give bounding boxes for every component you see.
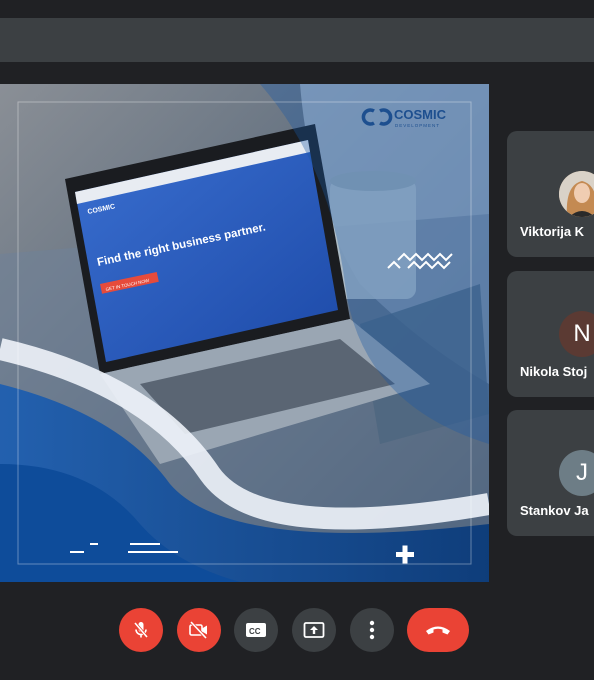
present-button[interactable] xyxy=(292,608,336,652)
top-bar xyxy=(0,18,594,62)
more-options-button[interactable] xyxy=(350,608,394,652)
participant-avatar: J xyxy=(559,450,594,496)
mic-off-button[interactable] xyxy=(119,608,163,652)
camera-off-button[interactable] xyxy=(177,608,221,652)
brand-subtitle: DEVELOPMENT xyxy=(395,123,440,128)
participant-initial: J xyxy=(576,459,588,486)
participant-name: Viktorija K xyxy=(520,224,585,239)
call-end-icon xyxy=(426,626,450,635)
participant-tile[interactable]: N Nikola Stoj xyxy=(507,271,594,397)
shared-presentation: COSMIC DEVELOPMENT COSMIC Find the right… xyxy=(0,84,489,582)
participant-tile[interactable]: J Stankov Ja xyxy=(507,410,594,536)
participant-initial: N xyxy=(573,320,591,347)
call-controls: CC xyxy=(0,608,594,654)
participant-name: Stankov Ja xyxy=(520,503,589,518)
closed-captions-icon: CC xyxy=(246,623,266,637)
leave-call-button[interactable] xyxy=(407,608,469,652)
participant-tile[interactable]: Viktorija K xyxy=(507,131,594,257)
brand-name: COSMIC xyxy=(394,107,447,122)
camera-off-icon xyxy=(189,620,208,640)
participant-avatar: N xyxy=(559,311,594,357)
svg-text:CC: CC xyxy=(249,627,261,636)
participant-avatar xyxy=(559,171,594,217)
present-screen-icon xyxy=(303,622,325,638)
more-vert-icon xyxy=(369,620,375,640)
participant-name: Nikola Stoj xyxy=(520,364,588,379)
captions-button[interactable]: CC xyxy=(234,608,278,652)
mic-off-icon xyxy=(133,622,149,638)
